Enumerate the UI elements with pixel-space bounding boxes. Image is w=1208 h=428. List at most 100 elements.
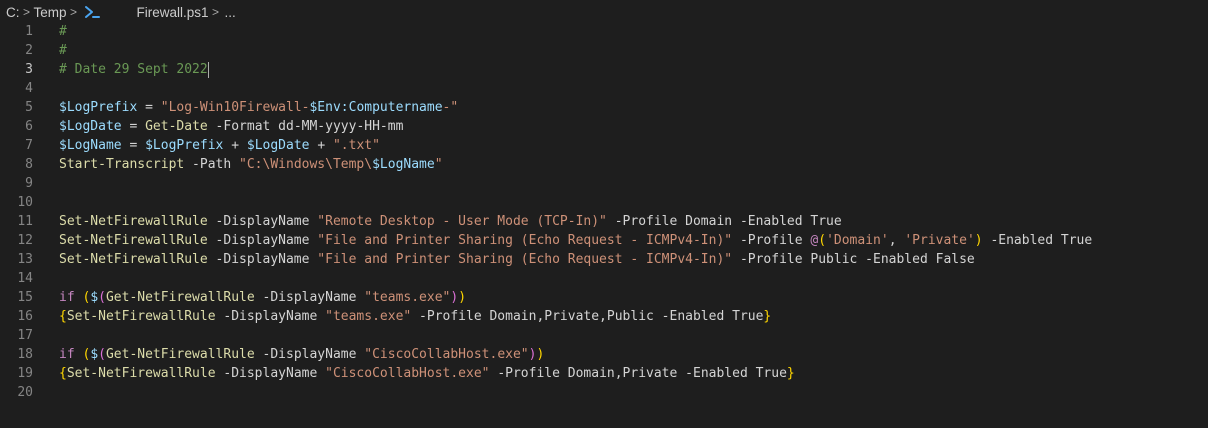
line-number: 6 (25, 119, 33, 134)
code-line[interactable]: 18 if ($(Get-NetFirewallRule -DisplayName… (0, 345, 1208, 364)
code-token: "Log-Win10Firewall- (160, 100, 310, 115)
code-token: $ (90, 290, 99, 305)
code-token: "File and Printer Sharing (Echo Request … (317, 252, 733, 267)
code-line[interactable]: 1 # (0, 22, 1208, 41)
code-token: $LogName (372, 157, 435, 172)
code-text[interactable]: Set-NetFirewallRule -DisplayName "File a… (59, 231, 1092, 250)
code-token: "CiscoCollabHost.exe" (325, 366, 490, 381)
code-text[interactable]: if ($(Get-NetFirewallRule -DisplayName "… (59, 345, 544, 364)
code-token: -DisplayName (207, 214, 318, 229)
code-line[interactable]: 19 {Set-NetFirewallRule -DisplayName "Cis… (0, 364, 1208, 383)
line-number: 14 (17, 271, 33, 286)
line-number: 2 (25, 43, 33, 58)
breadcrumb-drive[interactable]: C: (6, 5, 20, 20)
code-token: { (59, 366, 67, 381)
breadcrumb-more[interactable]: ... (225, 5, 236, 20)
code-token: "teams.exe" (364, 290, 451, 305)
code-line[interactable]: 7 $LogName = $LogPrefix + $LogDate + ".tx… (0, 136, 1208, 155)
code-line[interactable]: 16 {Set-NetFirewallRule -DisplayName "tea… (0, 307, 1208, 326)
code-token: # (59, 43, 67, 58)
line-number: 15 (17, 290, 33, 305)
code-token: ) (458, 290, 467, 305)
code-token: + (309, 138, 333, 153)
code-token: ( (98, 347, 106, 362)
code-token: " (434, 157, 443, 172)
code-token: $LogDate (59, 119, 122, 134)
line-number: 19 (17, 366, 33, 381)
code-token: "File and Printer Sharing (Echo Request … (317, 233, 733, 248)
code-token: "Remote Desktop - User Mode (TCP-In)" (317, 214, 607, 229)
code-line[interactable]: 11 Set-NetFirewallRule -DisplayName "Remo… (0, 212, 1208, 231)
code-token: = (121, 138, 146, 153)
code-token: -DisplayName (215, 366, 326, 381)
code-token: ) (450, 290, 459, 305)
code-token: -Format dd-MM-yyyy-HH-mm (207, 119, 404, 134)
code-token: $LogDate (246, 138, 310, 153)
code-text[interactable]: $LogDate = Get-Date -Format dd-MM-yyyy-H… (59, 117, 403, 136)
code-token: = (137, 100, 161, 115)
code-token: } (763, 309, 772, 324)
breadcrumb-file[interactable]: Firewall.ps1 (137, 5, 209, 20)
line-number: 9 (25, 176, 33, 191)
code-line[interactable]: 6 $LogDate = Get-Date -Format dd-MM-yyyy-… (0, 117, 1208, 136)
code-text[interactable]: $LogPrefix = "Log-Win10Firewall-$Env:Com… (59, 98, 458, 117)
code-token: $LogPrefix (145, 138, 224, 153)
line-number: 20 (17, 385, 33, 400)
code-token: Set-NetFirewallRule (59, 252, 208, 267)
code-token: Set-NetFirewallRule (66, 366, 216, 381)
code-token: "teams.exe" (325, 309, 412, 324)
code-text[interactable]: # (59, 41, 67, 60)
code-line[interactable]: 4 (0, 79, 1208, 98)
code-text[interactable]: {Set-NetFirewallRule -DisplayName "Cisco… (59, 364, 795, 383)
code-token: -" (442, 100, 459, 115)
code-token: -Profile Domain,Private -Enabled True (489, 366, 787, 381)
code-line[interactable]: 15 if ($(Get-NetFirewallRule -DisplayName… (0, 288, 1208, 307)
line-number: 13 (17, 252, 33, 267)
code-text[interactable]: Start-Transcript -Path "C:\Windows\Temp\… (59, 155, 443, 174)
code-line[interactable]: 10 (0, 193, 1208, 212)
code-text[interactable]: # (59, 22, 67, 41)
code-editor[interactable]: 1 #2 #3 # Date 29 Sept 2022 4 5 $LogPrefix = "… (0, 22, 1208, 402)
code-token: Start-Transcript (59, 157, 185, 172)
line-number: 10 (17, 195, 33, 210)
code-line[interactable]: 3 # Date 29 Sept 2022 (0, 60, 1208, 79)
code-text[interactable]: # Date 29 Sept 2022 (59, 60, 209, 79)
code-token: , (888, 233, 905, 248)
code-token: Get-NetFirewallRule (105, 290, 255, 305)
line-number: 11 (17, 214, 33, 229)
code-line[interactable]: 12 Set-NetFirewallRule -DisplayName "File… (0, 231, 1208, 250)
powershell-icon (83, 4, 101, 20)
code-line[interactable]: 5 $LogPrefix = "Log-Win10Firewall-$Env:Co… (0, 98, 1208, 117)
code-line[interactable]: 17 (0, 326, 1208, 345)
code-token: -Profile Public -Enabled False (732, 252, 975, 267)
line-number: 3 (25, 62, 33, 77)
code-token: Get-NetFirewallRule (105, 347, 255, 362)
code-token: -DisplayName (207, 233, 318, 248)
code-token: # (59, 24, 67, 39)
code-token: # Date 29 Sept 2022 (59, 62, 208, 77)
chevron-right-icon: > (212, 5, 220, 19)
code-token: = (121, 119, 146, 134)
code-line[interactable]: 13 Set-NetFirewallRule -DisplayName "File… (0, 250, 1208, 269)
code-token: -Path (184, 157, 240, 172)
code-line[interactable]: 14 (0, 269, 1208, 288)
text-cursor (207, 61, 209, 78)
line-number: 5 (25, 100, 33, 115)
code-line[interactable]: 8 Start-Transcript -Path "C:\Windows\Temp… (0, 155, 1208, 174)
code-line[interactable]: 2 # (0, 41, 1208, 60)
code-text[interactable]: if ($(Get-NetFirewallRule -DisplayName "… (59, 288, 466, 307)
code-line[interactable]: 9 (0, 174, 1208, 193)
line-number: 8 (25, 157, 33, 172)
code-text[interactable]: $LogName = $LogPrefix + $LogDate + ".txt… (59, 136, 380, 155)
breadcrumb-folder[interactable]: Temp (34, 5, 67, 20)
code-token: if (59, 290, 75, 305)
code-line[interactable]: 20 (0, 383, 1208, 402)
code-token: { (59, 309, 67, 324)
line-number: 7 (25, 138, 33, 153)
code-token: } (786, 366, 795, 381)
code-text[interactable]: Set-NetFirewallRule -DisplayName "File a… (59, 250, 975, 269)
code-text[interactable]: {Set-NetFirewallRule -DisplayName "teams… (59, 307, 771, 326)
code-token: ( (818, 233, 827, 248)
code-text[interactable]: Set-NetFirewallRule -DisplayName "Remote… (59, 212, 842, 231)
code-token: -Profile Domain,Private,Public -Enabled … (411, 309, 764, 324)
